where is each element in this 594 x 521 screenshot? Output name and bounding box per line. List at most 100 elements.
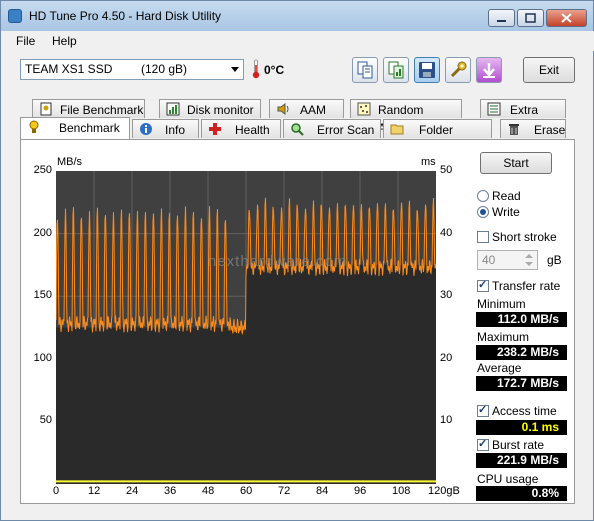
magnifier-icon: [291, 123, 304, 136]
tab-disk-monitor[interactable]: Disk monitor: [159, 99, 261, 118]
copy-screenshot-icon: [388, 61, 404, 79]
disk-monitor-icon: [166, 102, 180, 116]
speaker-icon: [277, 103, 289, 115]
transfer-rate-checkbox[interactable]: [477, 278, 489, 292]
x-tick-label: 48: [202, 485, 215, 497]
cpu-usage-value: 0.8%: [476, 486, 567, 501]
menu-file[interactable]: File: [16, 34, 35, 48]
health-cross-icon: [209, 123, 221, 135]
burst-rate-checkbox[interactable]: [477, 437, 489, 451]
wrench-icon: [450, 61, 467, 78]
options-button[interactable]: [445, 57, 471, 83]
stepper-arrows-icon: [525, 254, 533, 266]
short-stroke-value: 40: [482, 253, 496, 267]
copy-info-button[interactable]: [352, 57, 378, 83]
y2-tick-label: 30: [440, 289, 453, 302]
y2-tick-label: 50: [440, 164, 453, 176]
minimum-label: Minimum: [477, 297, 526, 311]
tab-info[interactable]: Info: [132, 119, 199, 138]
short-stroke-unit: gB: [547, 253, 562, 267]
maximize-icon: [525, 13, 536, 23]
write-radio[interactable]: [477, 206, 489, 218]
tab-benchmark[interactable]: Benchmark: [20, 117, 130, 139]
burst-rate-label: Burst rate: [492, 438, 545, 452]
y-tick-label: 200: [33, 226, 52, 239]
down-arrow-icon: [483, 63, 495, 78]
average-value: 172.7 MB/s: [476, 376, 567, 391]
thermometer-icon: [252, 59, 260, 79]
exit-button[interactable]: Exit: [523, 57, 575, 83]
left-axis-unit: MB/s: [57, 156, 83, 168]
tab-error-scan[interactable]: Error Scan: [283, 119, 381, 138]
window-title: HD Tune Pro 4.50 - Hard Disk Utility: [29, 9, 222, 23]
tab-erase[interactable]: Erase: [500, 119, 566, 138]
copy-icon: [357, 61, 373, 79]
drive-name: TEAM XS1 SSD: [25, 62, 113, 76]
burst-rate-value: 221.9 MB/s: [476, 453, 567, 468]
y2-tick-label: 40: [440, 226, 453, 239]
maximum-value: 238.2 MB/s: [476, 345, 567, 360]
y2-tick-label: 20: [440, 351, 453, 364]
x-tick-label: 36: [164, 485, 177, 497]
drive-capacity: (120 gB): [141, 62, 188, 76]
tab-extra-tests[interactable]: Extra tests: [480, 99, 566, 135]
benchmark-icon: [29, 120, 39, 133]
tab-file-benchmark[interactable]: File Benchmark: [32, 99, 145, 118]
title-bar[interactable]: HD Tune Pro 4.50 - Hard Disk Utility: [1, 1, 593, 31]
tab-folder-usage[interactable]: Folder Usage: [383, 119, 492, 155]
y-tick-label: 100: [33, 351, 52, 364]
x-tick-label: 84: [316, 485, 329, 497]
x-tick-label: 96: [354, 485, 367, 497]
menu-help[interactable]: Help: [52, 34, 77, 48]
access-time-value: 0.1 ms: [476, 420, 567, 435]
info-icon: [140, 123, 152, 135]
maximum-label: Maximum: [477, 330, 530, 344]
read-radio[interactable]: [477, 190, 489, 202]
menu-bar: File Help: [2, 31, 594, 51]
toolbar: TEAM XS1 SSD (120 gB) 0°C Exit: [2, 51, 594, 91]
average-label: Average: [477, 361, 522, 375]
y2-tick-label: 10: [440, 414, 453, 427]
minimize-icon: [497, 20, 506, 22]
y-tick-label: 150: [33, 289, 52, 302]
x-tick-label: 12: [88, 485, 101, 497]
main-window: HD Tune Pro 4.50 - Hard Disk Utility Fil…: [0, 0, 594, 521]
maximize-button[interactable]: [517, 9, 544, 27]
read-label: Read: [492, 189, 521, 203]
trash-icon: [509, 124, 519, 135]
access-time-checkbox[interactable]: [477, 403, 489, 417]
temperature-readout: 0°C: [264, 63, 285, 77]
tab-health[interactable]: Health: [201, 119, 281, 138]
close-icon: [561, 13, 572, 23]
close-button[interactable]: [546, 9, 587, 27]
folder-icon: [390, 124, 404, 135]
file-benchmark-icon: [40, 102, 52, 116]
tab-random-access[interactable]: Random Access: [350, 99, 462, 135]
start-button[interactable]: Start: [480, 152, 552, 174]
app-icon: [8, 9, 22, 23]
extra-tests-icon: [487, 102, 501, 116]
transfer-rate-chart: [56, 171, 436, 484]
save-icon: [419, 62, 435, 78]
random-access-icon: [357, 102, 371, 116]
minimum-value: 112.0 MB/s: [476, 312, 567, 327]
short-stroke-label: Short stroke: [492, 230, 557, 244]
y-tick-label: 250: [33, 164, 52, 176]
save-button[interactable]: [414, 57, 440, 83]
tab-aam[interactable]: AAM: [269, 99, 344, 118]
x-tick-label: 0: [53, 485, 60, 497]
transfer-rate-label: Transfer rate: [492, 279, 561, 293]
cpu-usage-label: CPU usage: [477, 472, 539, 486]
minimize-button[interactable]: [488, 9, 515, 27]
drive-select[interactable]: TEAM XS1 SSD (120 gB): [20, 59, 244, 80]
x-tick-label: 108: [392, 485, 411, 497]
short-stroke-checkbox[interactable]: [477, 231, 489, 243]
right-axis-unit: ms: [421, 156, 436, 168]
dropdown-arrow-icon: [231, 67, 239, 72]
exit-arrow-button[interactable]: [476, 57, 502, 83]
short-stroke-stepper[interactable]: 40: [477, 250, 538, 270]
x-tick-label: 120gB: [428, 485, 460, 497]
watermark: nexthardware.com: [208, 253, 348, 270]
x-tick-label: 24: [126, 485, 139, 497]
copy-screenshot-button[interactable]: [383, 57, 409, 83]
